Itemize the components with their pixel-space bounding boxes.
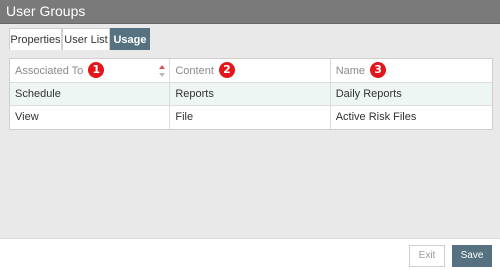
table-cell-associated-to: View <box>10 106 171 129</box>
usage-panel: Associated To 1 Content 2 Name 3 Schedul… <box>0 50 500 238</box>
tab-user-list[interactable]: User List <box>62 28 110 50</box>
window-title-bar: User Groups <box>0 0 500 24</box>
marker-badge-3: 3 <box>370 62 387 79</box>
grid-header-row: Associated To 1 Content 2 Name 3 <box>10 59 492 83</box>
marker-badge-2: 2 <box>218 62 235 79</box>
tab-usage[interactable]: Usage <box>110 28 150 50</box>
table-cell-associated-to: Schedule <box>10 83 171 105</box>
save-button[interactable]: Save <box>452 245 492 267</box>
sort-up-down-icon[interactable] <box>159 64 166 78</box>
exit-button[interactable]: Exit <box>409 245 445 267</box>
column-header-associated-to[interactable]: Associated To 1 <box>10 59 171 82</box>
table-row[interactable]: View File Active Risk Files <box>10 106 492 129</box>
window-title: User Groups <box>6 3 86 19</box>
usage-grid: Associated To 1 Content 2 Name 3 Schedul… <box>9 58 493 130</box>
table-cell-name: Daily Reports <box>335 88 402 100</box>
table-cell-content: File <box>170 106 331 129</box>
marker-badge-1: 1 <box>88 62 105 79</box>
tab-properties[interactable]: Properties <box>9 28 62 50</box>
column-header-label: Content <box>175 65 214 77</box>
table-row[interactable]: Schedule Reports Daily Reports <box>10 83 492 106</box>
column-header-content[interactable]: Content 2 <box>170 59 331 82</box>
tab-strip: Properties User List Usage <box>0 24 500 50</box>
table-cell-content: Reports <box>170 83 331 105</box>
table-cell-name: Active Risk Files <box>335 111 417 123</box>
column-header-label: Name <box>335 65 366 77</box>
dialog-footer: Exit Save <box>0 238 500 270</box>
column-header-name[interactable]: Name 3 <box>331 59 492 82</box>
column-header-label: Associated To <box>15 65 84 77</box>
